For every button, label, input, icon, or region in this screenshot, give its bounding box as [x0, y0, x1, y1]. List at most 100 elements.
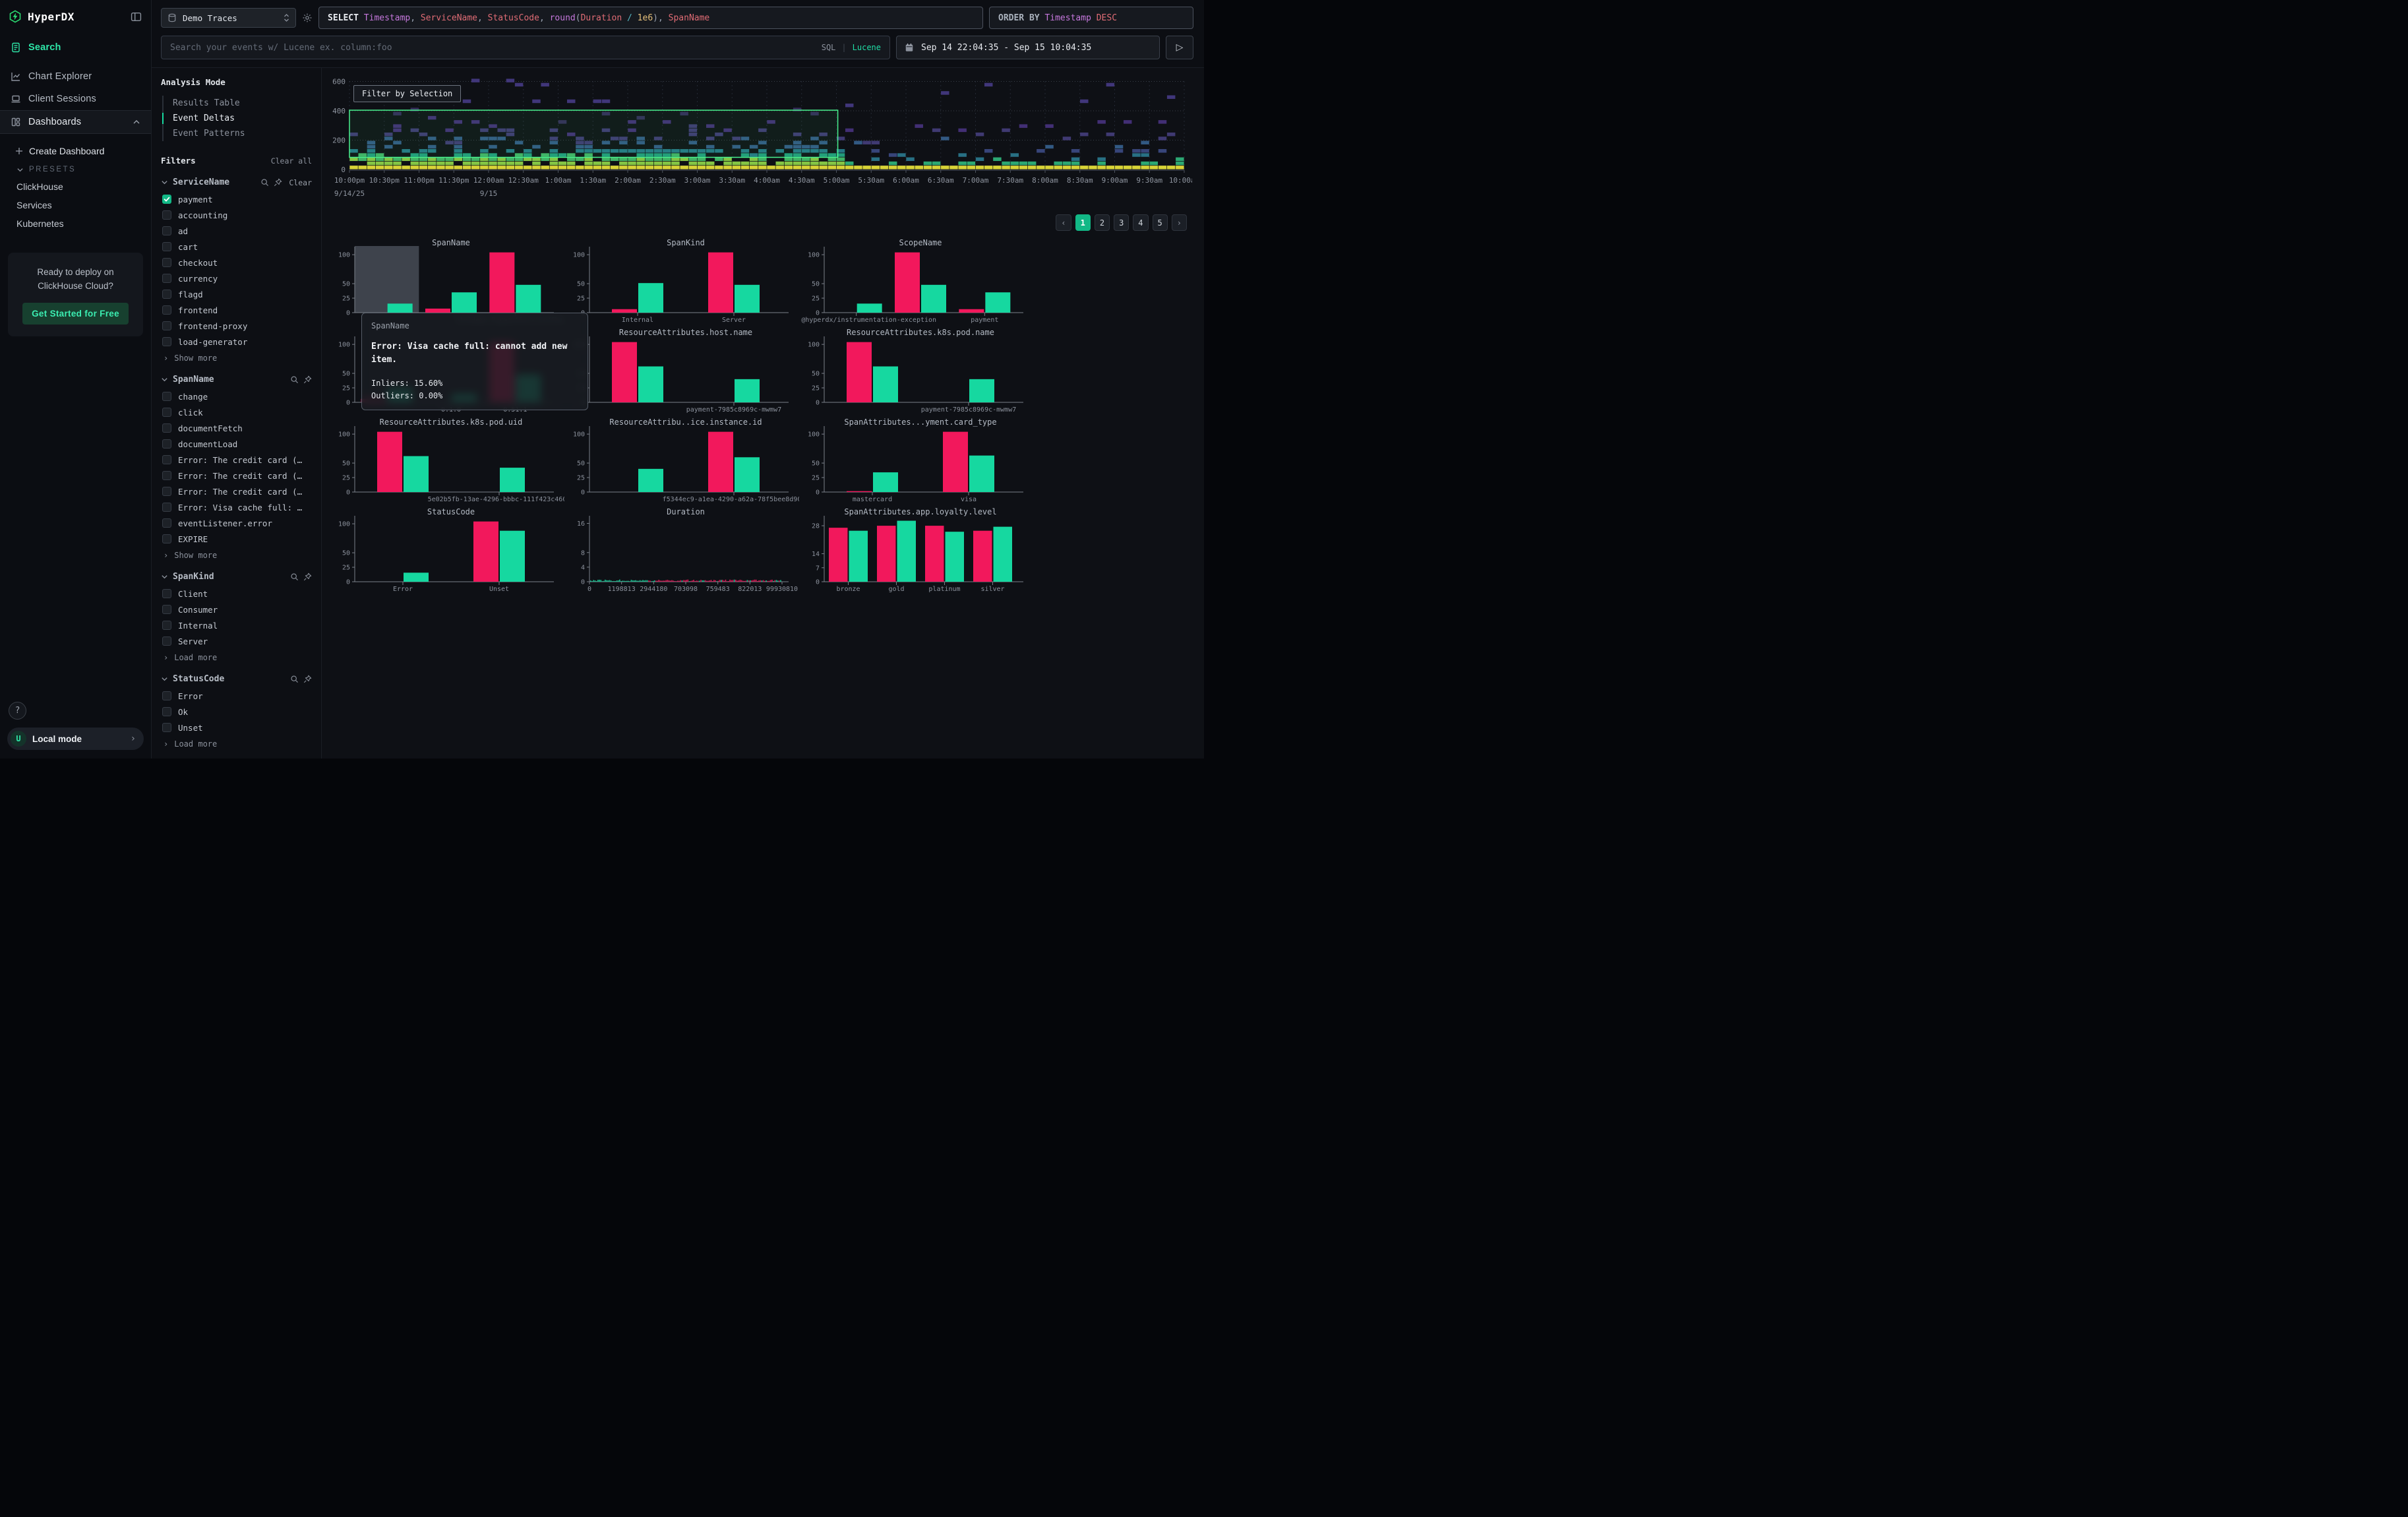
pin-icon[interactable] [303, 675, 312, 683]
pin-icon[interactable] [303, 375, 312, 384]
chart-duration[interactable]: Duration04816011988132944180703098759483… [564, 507, 799, 596]
filter-option-documentload[interactable]: documentLoad [161, 436, 312, 452]
filter-option-error-visa-cache-full[interactable]: Error: Visa cache full: … [161, 499, 312, 515]
chart-spanattributes-app-loyalty-level[interactable]: SpanAttributes.app.loyalty.level071428br… [799, 507, 1034, 596]
source-select[interactable]: Demo Traces [161, 8, 296, 28]
search-icon[interactable] [290, 675, 299, 683]
checkbox[interactable] [162, 518, 171, 528]
checkbox[interactable] [162, 290, 171, 299]
preset-clickhouse[interactable]: ClickHouse [0, 177, 151, 196]
filter-option-checkout[interactable]: checkout [161, 255, 312, 270]
presets-toggle[interactable]: PRESETS [0, 160, 151, 177]
chart-resourceattribu-ice-instance-id[interactable]: ResourceAttribu..ice.instance.id02550100… [564, 417, 799, 507]
filter-option-expire[interactable]: EXPIRE [161, 531, 312, 547]
checkbox[interactable] [162, 439, 171, 449]
checkbox[interactable] [162, 392, 171, 401]
filter-option-consumer[interactable]: Consumer [161, 602, 312, 617]
filter-option-error-the-credit-card[interactable]: Error: The credit card (… [161, 468, 312, 483]
analysis-mode-results-table[interactable]: Results Table [164, 96, 312, 111]
filter-by-selection-button[interactable]: Filter by Selection [353, 85, 461, 102]
clear-all-link[interactable]: Clear all [271, 156, 312, 166]
checkbox[interactable] [162, 258, 171, 267]
chevron-down-icon[interactable] [161, 376, 168, 383]
filter-option-currency[interactable]: currency [161, 270, 312, 286]
mode-lucene-button[interactable]: Lucene [853, 43, 881, 52]
checkbox[interactable] [162, 605, 171, 614]
search-input[interactable]: Search your events w/ Lucene ex. column:… [161, 36, 890, 59]
search-icon[interactable] [260, 178, 269, 187]
checkbox[interactable] [162, 534, 171, 543]
sql-select-input[interactable]: SELECT Timestamp, ServiceName, StatusCod… [318, 7, 983, 29]
chart-resourceattributes-k8s-pod-name[interactable]: ResourceAttributes.k8s.pod.name02550100p… [799, 327, 1034, 417]
pagination-page-4[interactable]: 4 [1133, 214, 1148, 231]
gear-icon[interactable] [302, 13, 313, 23]
checkbox[interactable] [162, 305, 171, 315]
search-icon[interactable] [290, 573, 299, 581]
create-dashboard-button[interactable]: Create Dashboard [0, 142, 151, 160]
chart-scopename[interactable]: ScopeName02550100@hyperdx/instrumentatio… [799, 237, 1034, 327]
checkbox[interactable] [162, 487, 171, 496]
filter-option-cart[interactable]: cart [161, 239, 312, 255]
chart-spanattributes-yment-card-type[interactable]: SpanAttributes...yment.card_type02550100… [799, 417, 1034, 507]
help-button[interactable]: ? [9, 702, 26, 720]
filter-option-click[interactable]: click [161, 404, 312, 420]
chevron-down-icon[interactable] [161, 675, 168, 683]
checkbox[interactable] [162, 636, 171, 646]
pin-icon[interactable] [274, 178, 282, 187]
sidebar-item-dashboards[interactable]: Dashboards [0, 110, 151, 134]
time-range-picker[interactable]: Sep 14 22:04:35 - Sep 15 10:04:35 [896, 36, 1160, 59]
preset-services[interactable]: Services [0, 196, 151, 214]
checkbox[interactable] [162, 503, 171, 512]
filter-option-ad[interactable]: ad [161, 223, 312, 239]
run-query-button[interactable]: ▷ [1166, 36, 1193, 59]
get-started-button[interactable]: Get Started for Free [22, 303, 129, 325]
chart-resourceattributes-host-name[interactable]: ResourceAttributes.host.name02550100paym… [564, 327, 799, 417]
chart-resourceattributes-k8s-pod-uid[interactable]: ResourceAttributes.k8s.pod.uid025501005e… [330, 417, 564, 507]
pagination-page-2[interactable]: 2 [1095, 214, 1110, 231]
pagination-page-5[interactable]: 5 [1153, 214, 1168, 231]
pin-icon[interactable] [303, 573, 312, 581]
checkbox[interactable] [162, 471, 171, 480]
checkbox[interactable] [162, 455, 171, 464]
sidebar-item-chart-explorer[interactable]: Chart Explorer [0, 65, 151, 88]
pagination-next[interactable]: › [1172, 214, 1187, 231]
filter-option-eventlistener-error[interactable]: eventListener.error [161, 515, 312, 531]
filter-option-payment[interactable]: payment [161, 191, 312, 207]
filter-option-frontend-proxy[interactable]: frontend-proxy [161, 318, 312, 334]
analysis-mode-event-deltas[interactable]: Event Deltas [164, 111, 312, 126]
filter-option-documentfetch[interactable]: documentFetch [161, 420, 312, 436]
collapse-sidebar-icon[interactable] [131, 11, 142, 22]
checkbox-checked[interactable] [162, 195, 171, 204]
checkbox[interactable] [162, 408, 171, 417]
filter-option-internal[interactable]: Internal [161, 617, 312, 633]
checkbox[interactable] [162, 691, 171, 700]
filter-option-client[interactable]: Client [161, 586, 312, 602]
checkbox[interactable] [162, 589, 171, 598]
filter-option-frontend[interactable]: frontend [161, 302, 312, 318]
selection-region[interactable] [349, 110, 838, 157]
filter-option-error[interactable]: Error [161, 688, 312, 704]
mode-sql-button[interactable]: SQL [822, 43, 836, 52]
checkbox[interactable] [162, 423, 171, 433]
search-icon[interactable] [290, 375, 299, 384]
filter-option-load-generator[interactable]: load-generator [161, 334, 312, 350]
checkbox[interactable] [162, 226, 171, 235]
order-by-input[interactable]: ORDER BY Timestamp DESC [989, 7, 1193, 29]
checkbox[interactable] [162, 723, 171, 732]
filter-option-ok[interactable]: Ok [161, 704, 312, 720]
filter-option-change[interactable]: change [161, 388, 312, 404]
preset-kubernetes[interactable]: Kubernetes [0, 214, 151, 233]
analysis-mode-event-patterns[interactable]: Event Patterns [164, 126, 312, 141]
local-mode-pill[interactable]: U Local mode › [7, 728, 144, 750]
chart-spankind[interactable]: SpanKind02550100InternalServer [564, 237, 799, 327]
filter-option-accounting[interactable]: accounting [161, 207, 312, 223]
checkbox[interactable] [162, 274, 171, 283]
pagination-page-3[interactable]: 3 [1114, 214, 1129, 231]
load-more-link[interactable]: ›Load more [161, 649, 312, 662]
filter-option-server[interactable]: Server [161, 633, 312, 649]
checkbox[interactable] [162, 337, 171, 346]
chart-statuscode[interactable]: StatusCode02550100ErrorUnset [330, 507, 564, 596]
show-more-link[interactable]: ›Show more [161, 350, 312, 363]
checkbox[interactable] [162, 321, 171, 330]
filter-option-error-the-credit-card[interactable]: Error: The credit card (… [161, 452, 312, 468]
